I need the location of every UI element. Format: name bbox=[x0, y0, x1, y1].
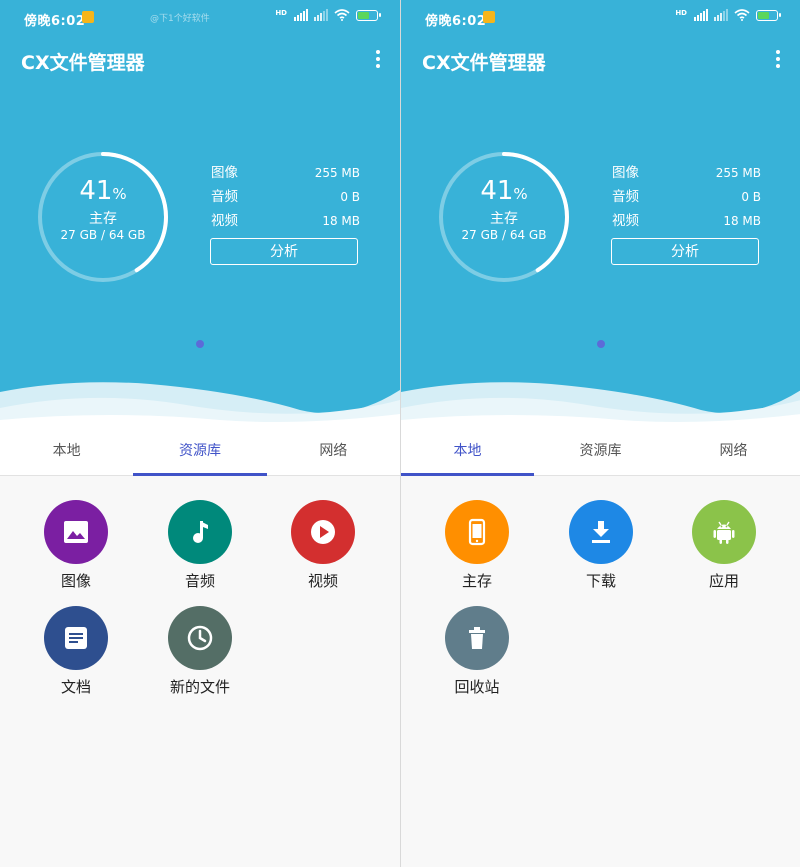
wave-decoration bbox=[0, 382, 400, 430]
library-tile-recent[interactable]: 新的文件 bbox=[160, 606, 240, 697]
local-tile-apps[interactable]: 应用 bbox=[684, 500, 764, 591]
tile-label: 图像 bbox=[60, 572, 91, 590]
tab-library[interactable]: 资源库 bbox=[534, 430, 667, 475]
watermark: @下1个好软件 bbox=[150, 14, 210, 24]
tile-label: 音频 bbox=[184, 572, 215, 590]
page-indicator-dot bbox=[597, 340, 605, 348]
battery-icon bbox=[356, 9, 381, 21]
tile-icon-circle bbox=[445, 606, 509, 670]
wave-decoration bbox=[401, 382, 800, 430]
tile-label: 新的文件 bbox=[169, 678, 230, 696]
tile-label: 回收站 bbox=[454, 678, 500, 696]
storage-capacity: 27 GB / 64 GB bbox=[60, 228, 146, 242]
message-notification-icon bbox=[82, 11, 94, 23]
tile-label: 下载 bbox=[585, 572, 616, 590]
storage-usage-ring[interactable]: 41% 主存 27 GB / 64 GB bbox=[437, 150, 571, 284]
battery-icon bbox=[756, 9, 781, 21]
tile-icon-circle bbox=[44, 500, 108, 564]
local-tile-downloads[interactable]: 下载 bbox=[561, 500, 641, 591]
library-tile-images[interactable]: 图像 bbox=[36, 500, 116, 591]
wifi-icon bbox=[334, 9, 350, 21]
screens: 傍晚6:02 @下1个好软件 HD CX文件管理器 41% 主存 27 GB /… bbox=[0, 0, 800, 867]
more-options-icon[interactable] bbox=[774, 50, 782, 68]
media-stats: 图像 255 MB 音频 0 B 视频 18 MB bbox=[211, 163, 360, 235]
status-icons: HD bbox=[675, 9, 781, 21]
play-icon bbox=[311, 520, 335, 544]
trash-icon bbox=[469, 627, 485, 649]
storage-usage-ring[interactable]: 41% 主存 27 GB / 64 GB bbox=[36, 150, 170, 284]
stat-row-video: 视频 18 MB bbox=[211, 213, 360, 229]
message-notification-icon bbox=[483, 11, 495, 23]
music-note-icon bbox=[193, 521, 208, 543]
signal-icon bbox=[694, 9, 708, 21]
document-icon bbox=[65, 627, 87, 649]
library-tile-audio[interactable]: 音频 bbox=[160, 500, 240, 591]
library-tile-video[interactable]: 视频 bbox=[283, 500, 363, 591]
tile-label: 视频 bbox=[307, 572, 338, 590]
storage-percent: 41% bbox=[79, 176, 127, 206]
tab-local[interactable]: 本地 bbox=[0, 430, 133, 475]
android-icon bbox=[713, 521, 735, 544]
media-stats: 图像 255 MB 音频 0 B 视频 18 MB bbox=[612, 163, 761, 235]
local-tile-recycle-bin[interactable]: 回收站 bbox=[437, 606, 517, 697]
signal-icon-2 bbox=[314, 9, 328, 21]
storage-percent: 41% bbox=[480, 176, 528, 206]
analyze-button[interactable]: 分析 bbox=[611, 238, 759, 265]
tab-bar: 本地 资源库 网络 bbox=[0, 430, 400, 476]
download-icon bbox=[592, 521, 610, 543]
tile-icon-circle bbox=[168, 606, 232, 670]
tab-network[interactable]: 网络 bbox=[667, 430, 800, 475]
more-options-icon[interactable] bbox=[374, 50, 382, 68]
tile-label: 应用 bbox=[708, 572, 739, 590]
stat-row-audio: 音频 0 B bbox=[612, 189, 761, 205]
clock-icon bbox=[187, 625, 213, 651]
tab-local[interactable]: 本地 bbox=[401, 430, 534, 476]
local-tile-main-storage[interactable]: 主存 bbox=[437, 500, 517, 591]
tab-network[interactable]: 网络 bbox=[267, 430, 400, 475]
hd-indicator: HD bbox=[675, 9, 687, 17]
stat-row-images: 图像 255 MB bbox=[612, 165, 761, 181]
phone-screen-library: 傍晚6:02 @下1个好软件 HD CX文件管理器 41% 主存 27 GB /… bbox=[0, 0, 400, 867]
tile-icon-circle bbox=[692, 500, 756, 564]
app-title: CX文件管理器 bbox=[422, 52, 546, 74]
status-bar: 傍晚6:02 @下1个好软件 HD bbox=[0, 0, 400, 36]
tile-icon-circle bbox=[44, 606, 108, 670]
signal-icon bbox=[294, 9, 308, 21]
storage-header: 傍晚6:02 HD CX文件管理器 41% 主存 27 GB / 64 GB 图… bbox=[401, 0, 800, 430]
stat-row-audio: 音频 0 B bbox=[211, 189, 360, 205]
app-title: CX文件管理器 bbox=[21, 52, 145, 74]
storage-name: 主存 bbox=[89, 211, 117, 227]
storage-capacity: 27 GB / 64 GB bbox=[461, 228, 547, 242]
tile-icon-circle bbox=[168, 500, 232, 564]
stat-row-video: 视频 18 MB bbox=[612, 213, 761, 229]
wifi-icon bbox=[734, 9, 750, 21]
tile-label: 文档 bbox=[60, 678, 91, 696]
status-icons: HD bbox=[275, 9, 381, 21]
tab-library[interactable]: 资源库 bbox=[133, 430, 267, 476]
phone-storage-icon bbox=[468, 518, 486, 546]
page-indicator-dot bbox=[196, 340, 204, 348]
status-time: 傍晚6:02 bbox=[425, 14, 487, 29]
library-tile-documents[interactable]: 文档 bbox=[36, 606, 116, 697]
tile-icon-circle bbox=[569, 500, 633, 564]
tab-bar: 本地 资源库 网络 bbox=[401, 430, 800, 476]
storage-header: 傍晚6:02 @下1个好软件 HD CX文件管理器 41% 主存 27 GB /… bbox=[0, 0, 400, 430]
analyze-button[interactable]: 分析 bbox=[210, 238, 358, 265]
signal-icon-2 bbox=[714, 9, 728, 21]
tile-icon-circle bbox=[291, 500, 355, 564]
stat-row-images: 图像 255 MB bbox=[211, 165, 360, 181]
image-icon bbox=[64, 521, 88, 543]
storage-name: 主存 bbox=[490, 211, 518, 227]
status-time: 傍晚6:02 bbox=[24, 14, 86, 29]
status-bar: 傍晚6:02 HD bbox=[401, 0, 800, 36]
tile-icon-circle bbox=[445, 500, 509, 564]
phone-screen-local: 傍晚6:02 HD CX文件管理器 41% 主存 27 GB / 64 GB 图… bbox=[400, 0, 800, 867]
hd-indicator: HD bbox=[275, 9, 287, 17]
tile-label: 主存 bbox=[461, 572, 492, 590]
